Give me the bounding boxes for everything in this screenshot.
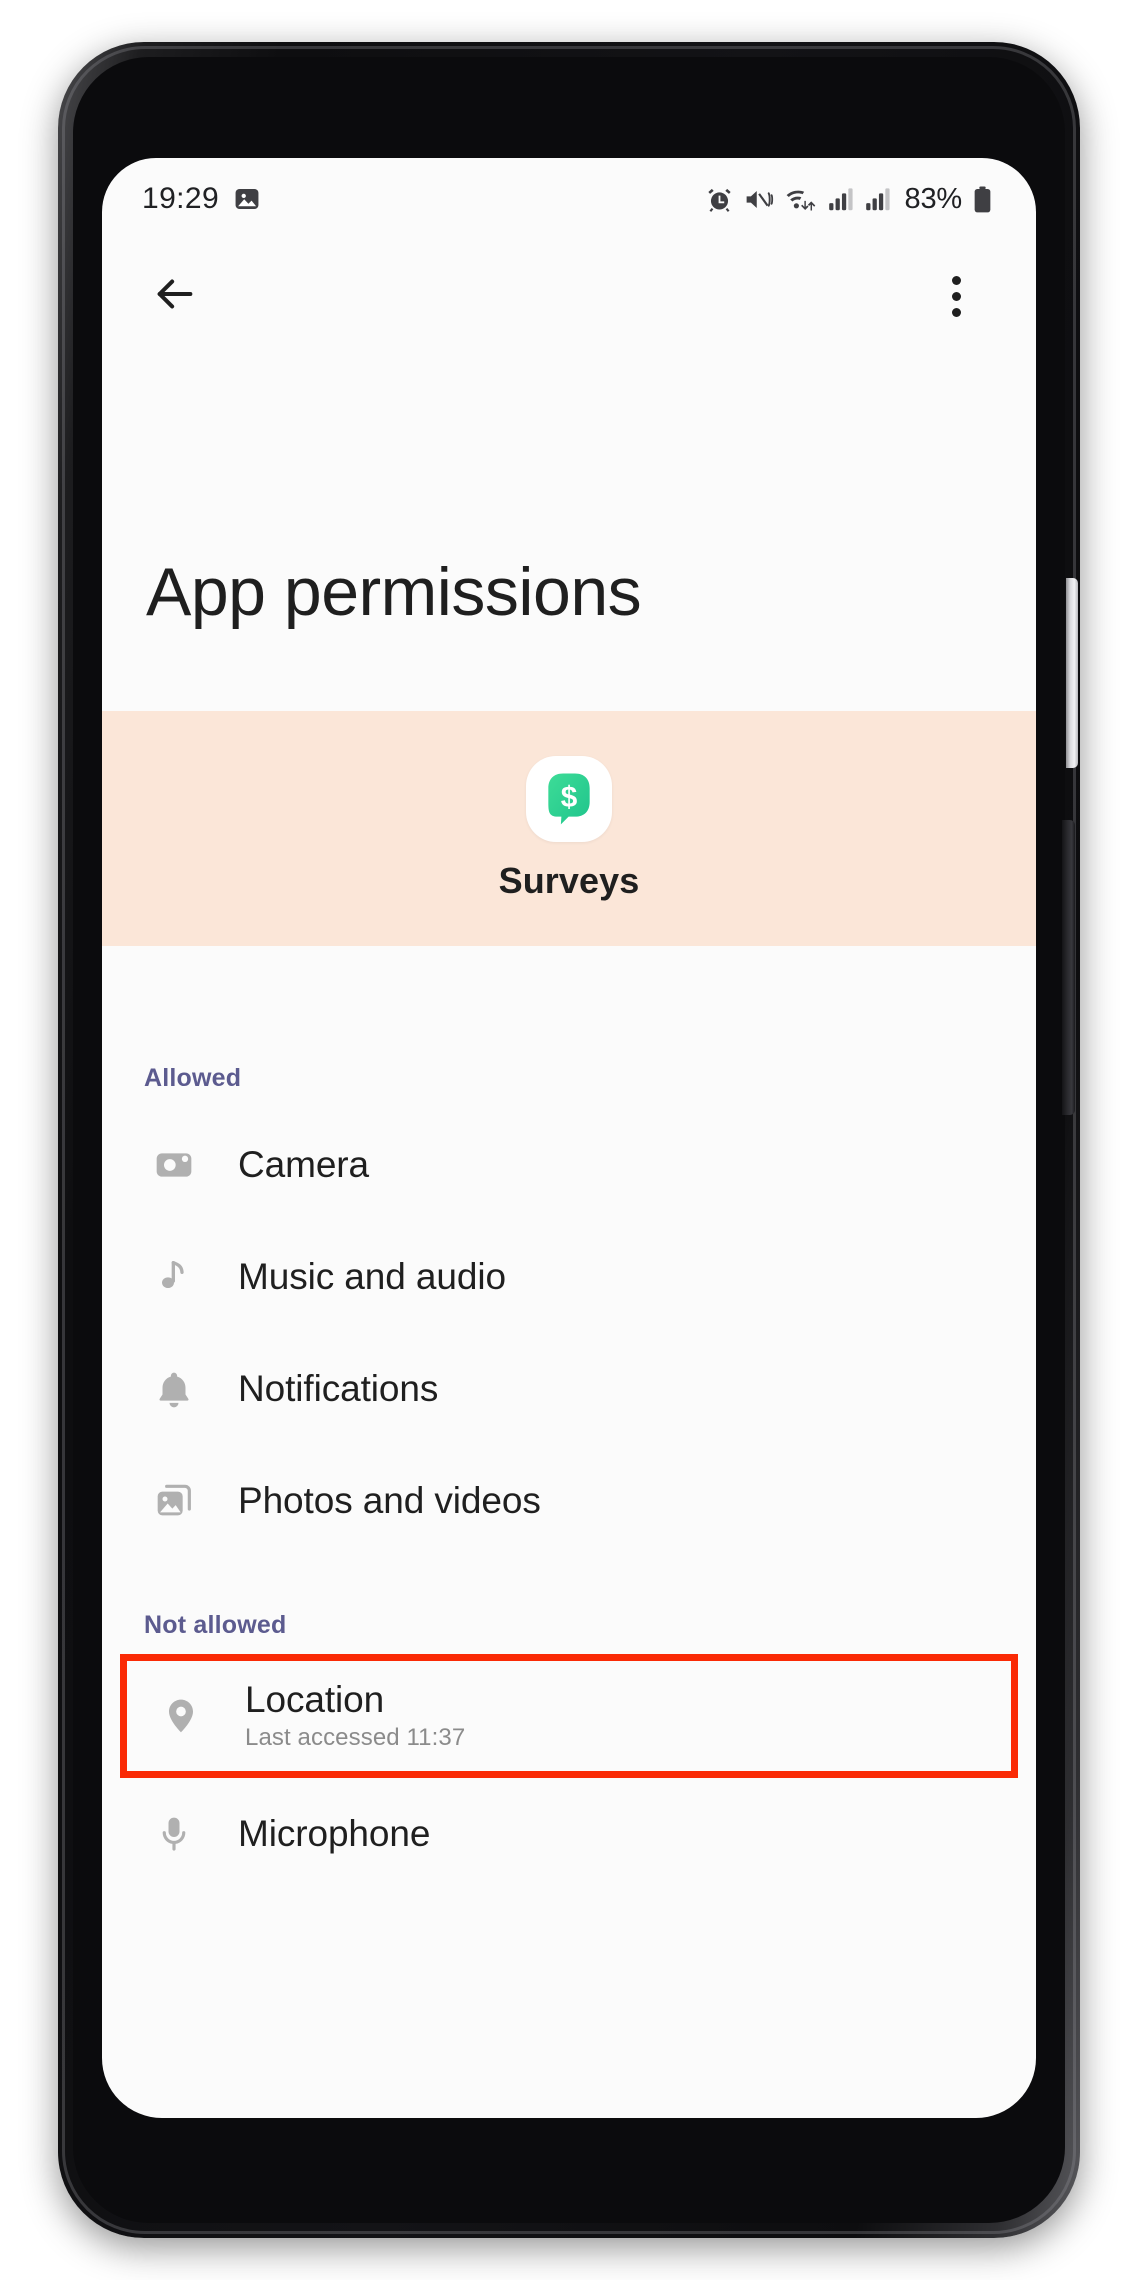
permission-row-music-and-audio[interactable]: Music and audio: [102, 1221, 1036, 1333]
section-header-allowed: Allowed: [144, 1064, 242, 1092]
signal-bars-2-icon: [865, 186, 891, 212]
power-button[interactable]: [1066, 578, 1078, 768]
volume-rocker-button[interactable]: [1062, 820, 1075, 1115]
not-allowed-group: Location Last accessed 11:37 Microphone: [102, 1640, 1036, 1890]
location-pin-icon: [155, 1696, 207, 1736]
surveys-dollar-chat-icon: $: [538, 765, 600, 832]
alarm-icon: [706, 186, 733, 213]
microphone-icon: [148, 1814, 200, 1854]
signal-bars-icon: [828, 186, 854, 212]
more-vert-icon-dot-1: [951, 275, 961, 285]
page-title: App permissions: [146, 554, 642, 630]
permission-row-camera[interactable]: Camera: [102, 1109, 1036, 1221]
permission-text-music-and-audio: Music and audio: [238, 1257, 506, 1296]
permission-label: Music and audio: [238, 1256, 506, 1298]
status-clock: 19:29: [142, 182, 220, 215]
app-icon: $: [526, 755, 612, 842]
battery-icon: [973, 185, 992, 213]
permission-label: Photos and videos: [238, 1480, 541, 1522]
status-bar-left: 19:29: [142, 182, 261, 216]
permission-text-notifications: Notifications: [238, 1369, 438, 1408]
permission-label: Microphone: [238, 1813, 431, 1855]
mute-vibrate-icon: [744, 186, 774, 213]
permission-text-camera: Camera: [238, 1145, 369, 1184]
permission-row-notifications[interactable]: Notifications: [102, 1333, 1036, 1445]
section-header-not-allowed: Not allowed: [144, 1611, 287, 1639]
status-bar: 19:29 83%: [102, 158, 1036, 240]
battery-percent-label: 83%: [904, 182, 963, 215]
more-vert-icon-dot-3: [951, 307, 961, 317]
app-name-label: Surveys: [498, 859, 640, 901]
bell-icon: [148, 1369, 200, 1409]
permission-text-microphone: Microphone: [238, 1814, 430, 1853]
svg-text:$: $: [561, 781, 578, 814]
photo-library-icon: [148, 1481, 200, 1521]
allowed-group: Camera Music and audio Notifications Pho…: [102, 1093, 1036, 1557]
permission-row-location[interactable]: Location Last accessed 11:37: [120, 1654, 1018, 1778]
permission-row-microphone[interactable]: Microphone: [102, 1778, 1036, 1890]
camera-icon: [148, 1145, 200, 1185]
wifi-data-icon: [785, 186, 817, 213]
permission-row-photos-and-videos[interactable]: Photos and videos: [102, 1445, 1036, 1557]
phone-screen: 19:29 83% App permissions $ Surveys Allo…: [102, 158, 1036, 2118]
overflow-menu-button[interactable]: [928, 265, 984, 327]
permission-subtitle: Last accessed 11:37: [245, 1723, 466, 1751]
app-bar: [102, 240, 1036, 352]
permission-text-photos-and-videos: Photos and videos: [238, 1481, 541, 1520]
permission-list: Allowed Camera Music and audio Notificat…: [102, 946, 1036, 1890]
permission-label: Notifications: [238, 1368, 439, 1410]
more-vert-icon-dot-2: [951, 291, 961, 301]
image-icon: [233, 185, 261, 213]
permission-label: Camera: [238, 1144, 369, 1186]
arrow-back-icon: [152, 271, 198, 322]
status-bar-right: 83%: [706, 183, 992, 216]
permission-text-location: Location Last accessed 11:37: [245, 1680, 465, 1751]
back-button[interactable]: [144, 265, 206, 327]
music-note-icon: [148, 1257, 200, 1297]
permission-label: Location: [245, 1679, 385, 1721]
app-banner: $ Surveys: [102, 711, 1036, 946]
